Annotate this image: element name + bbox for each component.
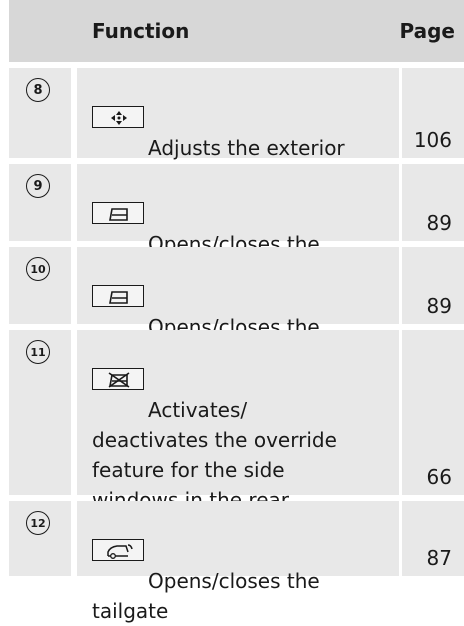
mirror-adjust-icon xyxy=(92,106,144,128)
row-number: 10 xyxy=(26,257,50,281)
row-number: 8 xyxy=(26,78,50,102)
table-row: 12 Opens/closes the tailgate 87 xyxy=(9,501,464,623)
table-header: Function Page xyxy=(9,0,464,62)
row-number: 11 xyxy=(26,340,50,364)
row-page: 87 xyxy=(426,546,452,570)
table-row: 10 Opens/closes the rear side windows 89 xyxy=(9,247,464,369)
function-table: Function Page 8 Adjusts the exterior mir… xyxy=(9,0,464,623)
row-page: 89 xyxy=(426,211,452,235)
tailgate-icon xyxy=(92,539,144,561)
table-row: 8 Adjusts the exterior mirrors 106 xyxy=(9,68,464,190)
row-number: 12 xyxy=(26,511,50,535)
window-icon xyxy=(92,202,144,224)
header-function: Function xyxy=(92,19,190,43)
window-icon xyxy=(92,285,144,307)
header-page: Page xyxy=(399,19,456,43)
row-page: 66 xyxy=(426,465,452,489)
window-lock-icon xyxy=(92,368,144,390)
row-page: 89 xyxy=(426,294,452,318)
row-text: Opens/closes the tailgate xyxy=(92,569,320,623)
row-page: 106 xyxy=(413,128,452,152)
table-row: 9 Opens/closes the front side windows 89 xyxy=(9,164,464,286)
row-number: 9 xyxy=(26,174,50,198)
table-row: 11 Activates/ deactivates the override f… xyxy=(9,330,464,542)
